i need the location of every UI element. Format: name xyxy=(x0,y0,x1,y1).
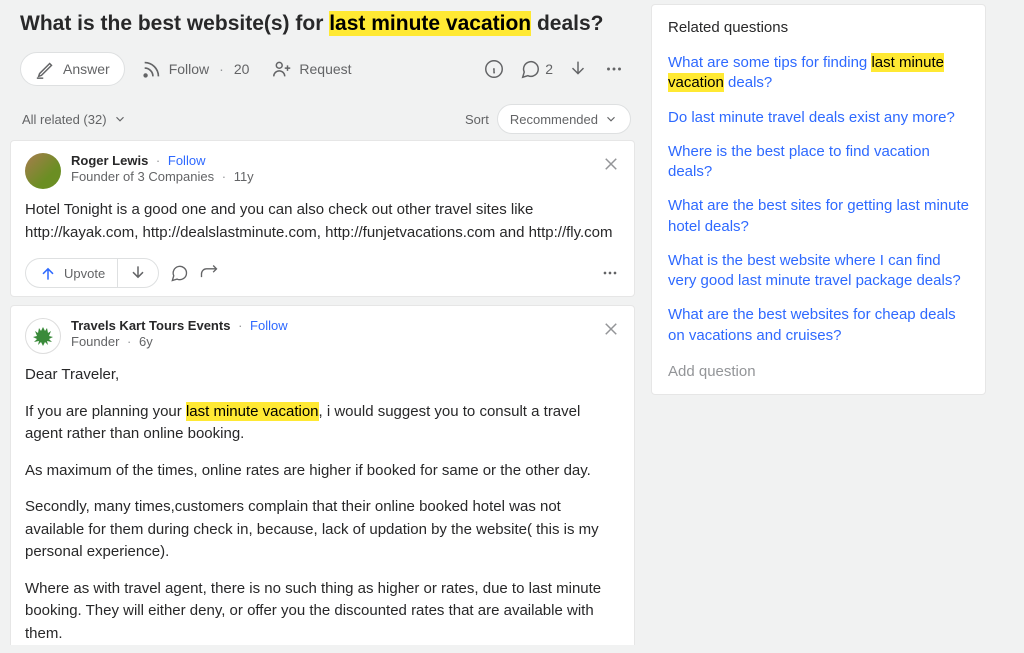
follow-author-link[interactable]: Follow xyxy=(250,318,288,333)
person-plus-icon xyxy=(271,58,293,80)
related-question-link[interactable]: Do last minute travel deals exist any mo… xyxy=(668,101,969,135)
rss-icon xyxy=(141,58,163,80)
all-related-filter[interactable]: All related (32) xyxy=(22,112,127,127)
more-icon[interactable] xyxy=(603,58,625,80)
answer-button[interactable]: Answer xyxy=(20,52,125,86)
request-button[interactable]: Request xyxy=(265,52,357,86)
chevron-down-icon xyxy=(604,112,618,126)
avatar[interactable] xyxy=(25,153,61,189)
answer-card: Roger Lewis · Follow Founder of 3 Compan… xyxy=(10,140,635,297)
more-icon[interactable] xyxy=(600,263,620,283)
follow-button[interactable]: Follow · 20 xyxy=(135,52,256,86)
close-icon[interactable] xyxy=(602,320,620,338)
avatar[interactable] xyxy=(25,318,61,354)
sort-label: Sort xyxy=(465,112,489,127)
question-title: What is the best website(s) for last min… xyxy=(20,10,625,38)
related-question-link[interactable]: What are the best websites for cheap dea… xyxy=(668,298,969,353)
comments-button[interactable]: 2 xyxy=(519,58,553,80)
close-icon[interactable] xyxy=(602,155,620,173)
add-question-link[interactable]: Add question xyxy=(668,353,969,382)
author-name[interactable]: Roger Lewis xyxy=(71,153,148,168)
answer-card: Travels Kart Tours Events · Follow Found… xyxy=(10,305,635,645)
downvote-button[interactable] xyxy=(117,258,159,288)
downvote-icon[interactable] xyxy=(567,58,589,80)
upvote-icon xyxy=(38,263,58,283)
related-question-link[interactable]: What are the best sites for getting last… xyxy=(668,189,969,244)
answer-text: Hotel Tonight is a good one and you can … xyxy=(25,199,620,244)
answer-time: 6y xyxy=(139,334,153,349)
downvote-icon xyxy=(128,263,148,283)
related-questions-heading: Related questions xyxy=(668,19,969,36)
author-credential: Founder xyxy=(71,334,119,349)
sort-dropdown[interactable]: Recommended xyxy=(497,104,631,134)
answer-time: 11y xyxy=(234,169,254,184)
chevron-down-icon xyxy=(113,112,127,126)
related-question-link[interactable]: What are some tips for finding last minu… xyxy=(668,46,969,101)
follow-author-link[interactable]: Follow xyxy=(168,153,206,168)
author-credential: Founder of 3 Companies xyxy=(71,169,214,184)
comment-icon[interactable] xyxy=(169,263,189,283)
info-icon[interactable] xyxy=(483,58,505,80)
related-question-link[interactable]: What is the best website where I can fin… xyxy=(668,244,969,299)
upvote-button[interactable]: Upvote xyxy=(25,258,117,288)
answer-text: Dear Traveler, If you are planning your … xyxy=(25,364,620,645)
comment-icon xyxy=(519,58,541,80)
related-question-link[interactable]: Where is the best place to find vacation… xyxy=(668,135,969,190)
author-name[interactable]: Travels Kart Tours Events xyxy=(71,318,230,333)
edit-icon xyxy=(35,58,57,80)
share-icon[interactable] xyxy=(199,263,219,283)
